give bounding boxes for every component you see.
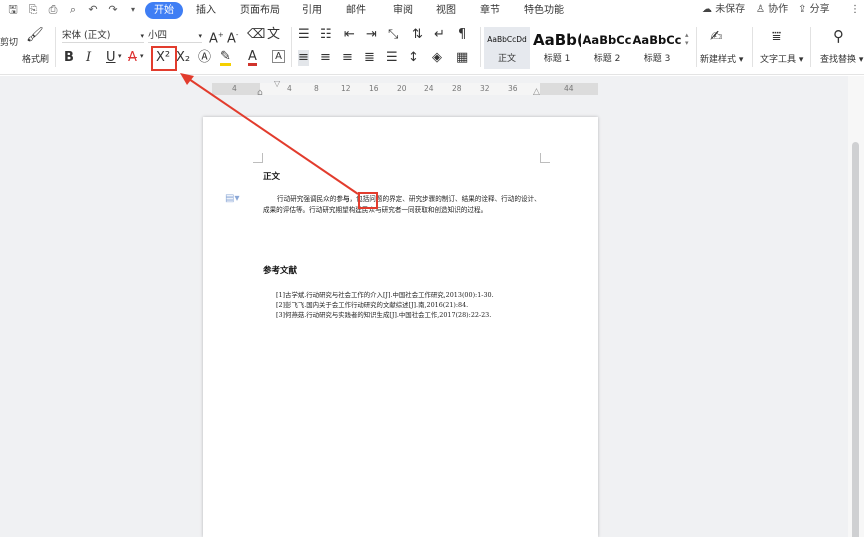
annotation-arrow (180, 73, 359, 195)
arrow-head (180, 73, 194, 85)
arrow-line (185, 76, 359, 195)
